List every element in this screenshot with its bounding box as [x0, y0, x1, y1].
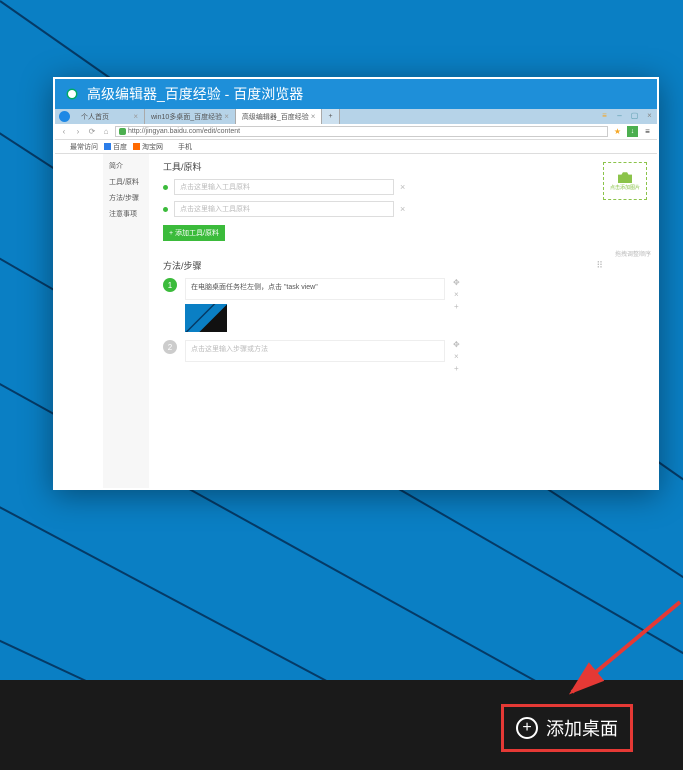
url-text: http://jingyan.baidu.com/edit/content	[128, 128, 240, 135]
sidemenu-steps[interactable]: 方法/步骤	[103, 190, 149, 206]
tool-input-row: 点击这里输入工具原料 ×	[163, 201, 643, 217]
tool-input[interactable]: 点击这里输入工具原料	[174, 179, 394, 195]
step-text-input[interactable]: 点击这里输入步骤或方法	[185, 340, 445, 362]
baidu-icon	[104, 143, 111, 150]
drag-hint-label: 拖拽调整顺序	[615, 249, 651, 258]
close-icon[interactable]: ×	[133, 112, 138, 121]
close-icon[interactable]: ×	[644, 110, 655, 121]
star-icon[interactable]: ★	[612, 126, 623, 137]
tab-editor[interactable]: 高级编辑器_百度经验 ×	[236, 109, 323, 124]
bookmark-phone[interactable]: 手机	[169, 142, 192, 152]
editor-sidemenu: 简介 工具/原料 方法/步骤 注意事项	[103, 154, 149, 488]
step-number-badge: 1	[163, 278, 177, 292]
bullet-icon	[163, 207, 168, 212]
back-icon[interactable]: ‹	[59, 127, 69, 136]
browser-tabbar: 个人首页 × win10多桌面_百度经验 × 高级编辑器_百度经验 × + ≡ …	[55, 109, 657, 124]
step-text-input[interactable]: 在电脑桌面任务栏左侧，点击 "task view"	[185, 278, 445, 300]
tab-win10-desktop[interactable]: win10多桌面_百度经验 ×	[145, 109, 236, 124]
task-view-window-preview[interactable]: 高级编辑器_百度经验 - 百度浏览器 个人首页 × win10多桌面_百度经验 …	[53, 77, 659, 490]
home-icon[interactable]: ⌂	[101, 127, 111, 136]
sidemenu-tools[interactable]: 工具/原料	[103, 174, 149, 190]
delete-icon[interactable]: ×	[400, 204, 405, 214]
browser-addressbar: ‹ › ⟳ ⌂ http://jingyan.baidu.com/edit/co…	[55, 124, 657, 140]
folder-icon	[61, 143, 68, 150]
refresh-icon[interactable]: ⟳	[87, 127, 97, 136]
tool-input-row: 点击这里输入工具原料 ×	[163, 179, 643, 195]
camera-icon	[618, 171, 632, 183]
browser-logo-icon	[59, 111, 70, 122]
page-content: 简介 工具/原料 方法/步骤 注意事项 点击添加图片 工具/原料 点击这里输入工…	[55, 154, 657, 488]
window-titlebar: 高级编辑器_百度经验 - 百度浏览器	[55, 79, 657, 109]
step-image-thumbnail[interactable]	[185, 304, 227, 332]
step-item: 1 在电脑桌面任务栏左侧，点击 "task view" ✥ × +	[163, 278, 643, 332]
site-icon	[119, 128, 126, 135]
add-desktop-button[interactable]: + 添加桌面	[501, 704, 633, 752]
add-tool-button[interactable]: + 添加工具/原料	[163, 225, 225, 241]
download-icon[interactable]: ↓	[627, 126, 638, 137]
sidemenu-intro[interactable]: 简介	[103, 158, 149, 174]
close-icon[interactable]: ×	[311, 112, 316, 121]
bookmark-baidu[interactable]: 百度	[104, 142, 127, 152]
tab-label: 高级编辑器_百度经验	[242, 112, 309, 122]
step-number-badge: 2	[163, 340, 177, 354]
bookmark-most-visited[interactable]: 最常访问	[61, 142, 98, 152]
menu-icon[interactable]: ≡	[599, 110, 610, 121]
forward-icon[interactable]: ›	[73, 127, 83, 136]
url-input[interactable]: http://jingyan.baidu.com/edit/content	[115, 126, 608, 137]
section-options-icon[interactable]: ⠿	[596, 260, 603, 271]
tab-label: 个人首页	[81, 112, 109, 122]
app-icon	[63, 85, 81, 103]
move-icon[interactable]: ✥	[453, 278, 460, 287]
move-icon[interactable]: ✥	[453, 340, 460, 349]
upload-image-box[interactable]: 点击添加图片	[603, 162, 647, 200]
close-icon[interactable]: ×	[224, 112, 229, 121]
delete-icon[interactable]: ×	[454, 352, 459, 361]
bookmark-taobao[interactable]: 淘宝网	[133, 142, 163, 152]
taobao-icon	[133, 143, 140, 150]
maximize-icon[interactable]: ▢	[629, 110, 640, 121]
tool-input[interactable]: 点击这里输入工具原料	[174, 201, 394, 217]
new-tab-button[interactable]: +	[322, 109, 339, 124]
bookmark-bar: 最常访问 百度 淘宝网 手机	[55, 140, 657, 154]
delete-icon[interactable]: ×	[400, 182, 405, 192]
add-desktop-label: 添加桌面	[546, 715, 618, 741]
bullet-icon	[163, 185, 168, 190]
delete-icon[interactable]: ×	[454, 290, 459, 299]
menu-icon[interactable]: ≡	[642, 126, 653, 137]
tab-personal-home[interactable]: 个人首页 ×	[75, 109, 145, 124]
minimize-icon[interactable]: –	[614, 110, 625, 121]
add-icon[interactable]: +	[454, 364, 459, 373]
upload-label: 点击添加图片	[610, 184, 640, 191]
steps-section-title: 方法/步骤	[163, 259, 202, 272]
window-controls: ≡ – ▢ ×	[599, 110, 655, 121]
editor-main: 点击添加图片 工具/原料 点击这里输入工具原料 × 点击这里输入工具原料 × +…	[149, 154, 657, 488]
window-title: 高级编辑器_百度经验 - 百度浏览器	[87, 84, 303, 104]
tools-section-title: 工具/原料	[163, 160, 643, 173]
tab-label: win10多桌面_百度经验	[151, 112, 222, 122]
add-icon[interactable]: +	[454, 302, 459, 311]
step-item: 2 点击这里输入步骤或方法 ✥ × +	[163, 340, 643, 373]
sidemenu-notes[interactable]: 注意事项	[103, 206, 149, 222]
browser-chrome: 个人首页 × win10多桌面_百度经验 × 高级编辑器_百度经验 × + ≡ …	[55, 109, 657, 488]
plus-circle-icon: +	[516, 717, 538, 739]
phone-icon	[169, 143, 176, 150]
